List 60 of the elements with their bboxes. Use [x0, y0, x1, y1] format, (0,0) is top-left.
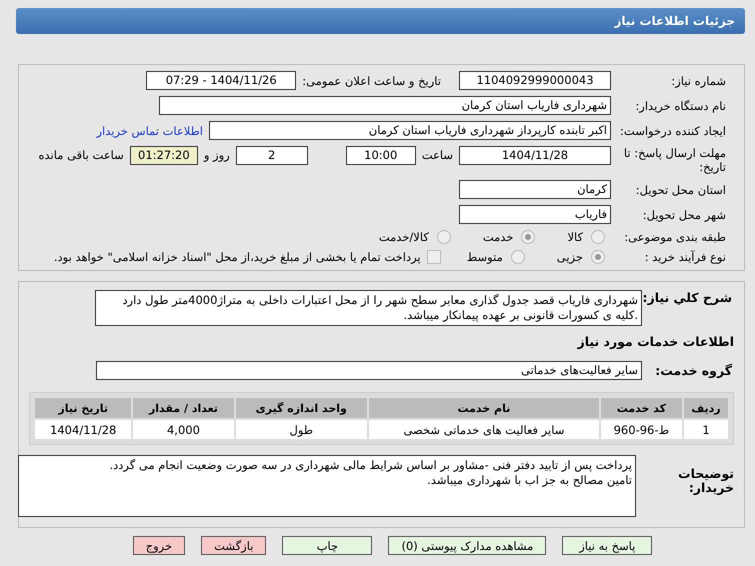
- field-label: ساعت باقی مانده: [38, 147, 124, 164]
- column-header: ردیف: [684, 398, 728, 418]
- field-label: گروه خدمت:: [654, 363, 733, 378]
- column-header: کد خدمت: [600, 398, 682, 418]
- field-label: نوع فرآیند خرید :: [644, 250, 727, 264]
- days-field[interactable]: 2: [236, 146, 308, 165]
- text-field[interactable]: شهرداری فاریاب استان کرمان: [159, 96, 611, 115]
- page-header: جزئیات اطلاعات نیاز: [16, 8, 745, 34]
- field-label: طبقه بندی موضوعی:: [623, 230, 727, 244]
- field-label: مهلت ارسال پاسخ: تا تاریخ:: [622, 146, 727, 174]
- option-label: پرداخت تمام یا بخشی از مبلغ خرید،از محل "اسناد خزانه اسلامی" خواهد بود.: [54, 250, 421, 264]
- radio-button[interactable]: [510, 250, 525, 264]
- field-label: توضیحات خریدار:: [677, 467, 735, 495]
- text-field[interactable]: سایر فعالیت‌های خدماتی: [96, 361, 642, 380]
- option-label: متوسط: [466, 250, 503, 264]
- radio-button[interactable]: [436, 230, 451, 244]
- action-button[interactable]: پاسخ به نیاز: [562, 536, 652, 555]
- section-title: اطلاعات خدمات مورد نیاز: [576, 334, 734, 349]
- text-field[interactable]: کرمان: [459, 180, 611, 199]
- action-button[interactable]: خروج: [132, 536, 186, 555]
- table-cell: سایر فعالیت های خدماتی شخصی: [369, 420, 599, 439]
- field-label: ساعت: [422, 147, 453, 164]
- date-field[interactable]: 1404/11/28: [459, 146, 611, 165]
- countdown-field: 01:27:20: [130, 146, 198, 165]
- text-field[interactable]: فاریاب: [459, 205, 611, 224]
- column-header: تعداد / مقدار: [133, 398, 234, 418]
- field-label: شهر محل تحویل:: [642, 208, 727, 222]
- contact-link[interactable]: اطلاعات تماس خریدار: [96, 124, 203, 138]
- column-header: واحد اندازه گیری: [236, 398, 367, 418]
- notes-textarea[interactable]: پرداخت پس از تایید دفتر فنی -مشاور بر اساس شرایط مالی شهرداری در سه صورت وضعیت انجام می گردد. تامین مصالح به جز اب با شهرداری میباشد.: [18, 455, 636, 517]
- column-header: تاریخ نیاز: [35, 398, 132, 418]
- table-cell: 1404/11/28: [35, 420, 132, 439]
- field-label: شماره نیاز:: [670, 74, 727, 88]
- option-label: کالا: [567, 230, 583, 244]
- field-label: تاریخ و ساعت اعلان عمومی:: [302, 74, 441, 88]
- radio-button[interactable]: [591, 230, 605, 244]
- option-label: جزیی: [556, 250, 583, 264]
- table-cell: 4,000: [133, 420, 234, 439]
- option-label: خدمت: [482, 230, 514, 244]
- action-button[interactable]: چاپ: [282, 536, 372, 555]
- radio-button[interactable]: [521, 230, 536, 244]
- option-label: کالا/خدمت: [378, 230, 429, 244]
- table-cell: ط-96-960: [600, 420, 682, 439]
- field-label: نام دستگاه خریدار:: [634, 98, 727, 112]
- description-textarea[interactable]: شهرداری فاریاب قصد جدول گذاری معابر سطح شهر را از محل اعتبارات داخلی به متراژ4000متر طول دارد .کلیه ی کسورات قانونی بر عهده پیمانکار میباشد.: [95, 290, 642, 326]
- text-field[interactable]: 1104092999000043: [459, 71, 611, 90]
- text-field[interactable]: اکبر تابنده کارپرداز شهرداری فاریاب استان کرمان: [209, 121, 611, 140]
- action-button[interactable]: بازگشت: [201, 536, 266, 555]
- time-field[interactable]: 10:00: [346, 146, 416, 165]
- field-label: استان محل تحویل:: [634, 182, 727, 196]
- field-label: روز و: [204, 147, 230, 164]
- radio-button[interactable]: [591, 250, 605, 264]
- column-header: نام خدمت: [369, 398, 599, 418]
- field-label: ایجاد کننده درخواست:: [619, 124, 727, 138]
- text-field[interactable]: 1404/11/26 - 07:29: [146, 71, 296, 90]
- field-label: شرح کلي نياز:: [642, 290, 733, 305]
- table-cell: طول: [236, 420, 367, 439]
- action-button[interactable]: مشاهده مدارک پیوستی (0): [388, 536, 546, 555]
- checkbox[interactable]: [426, 250, 441, 264]
- table-cell: 1: [684, 420, 728, 439]
